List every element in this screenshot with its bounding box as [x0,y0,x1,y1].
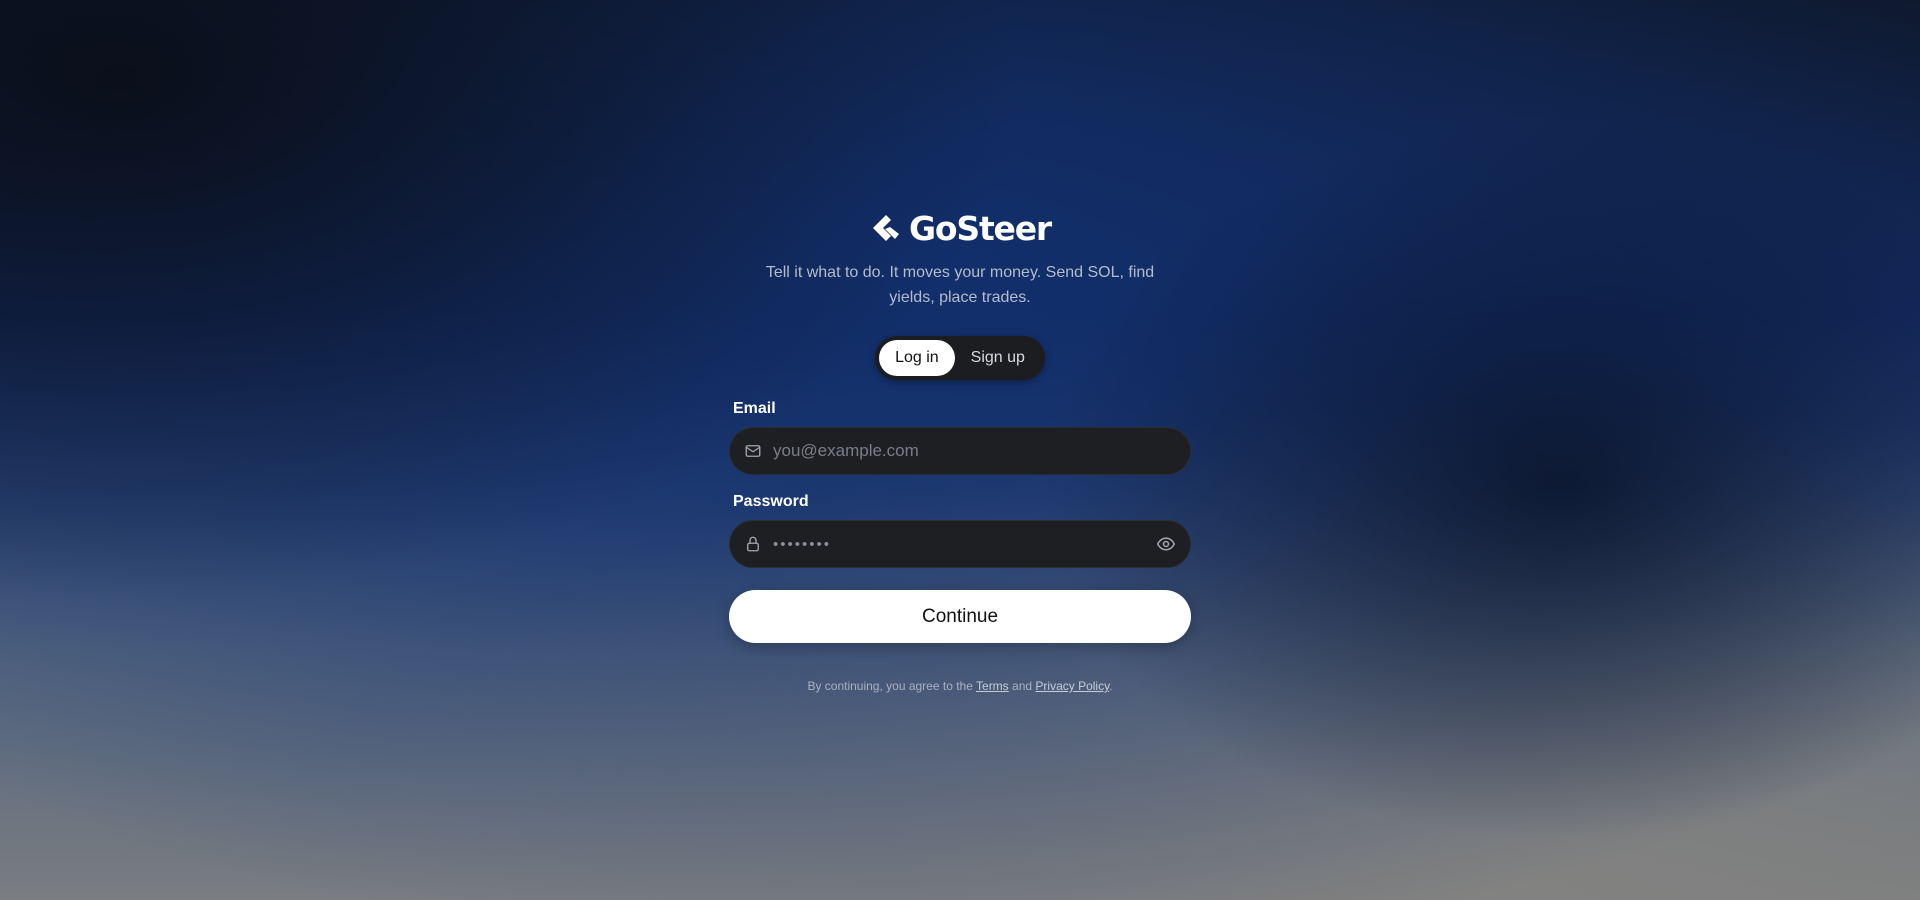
legal-prefix: By continuing, you agree to the [807,679,973,693]
tagline: Tell it what to do. It moves your money.… [765,264,1155,306]
email-field [729,427,1191,475]
mail-icon [745,445,761,457]
gosteer-logo-icon [873,215,900,241]
lock-icon [747,536,759,552]
auth-mode-toggle: Log in Sign up [875,336,1045,380]
privacy-policy-link[interactable]: Privacy Policy [1035,679,1109,693]
eye-icon[interactable] [1156,534,1176,554]
legal-suffix: . [1109,679,1113,693]
email-label: Email [733,400,776,417]
legal-notice: By continuing, you agree to the Terms an… [807,679,1112,693]
password-input[interactable]: •••••••• [762,536,1156,553]
brand-name: GoSteer [909,208,1052,248]
brand-logo: GoSteer [869,206,1052,250]
login-form: Email Password •••••••• [729,400,1191,643]
legal-conjunction: and [1012,679,1033,693]
auth-panel: GoSteer Tell it what to do. It moves you… [729,206,1191,693]
signup-tab[interactable]: Sign up [955,340,1041,376]
terms-link[interactable]: Terms [976,679,1009,693]
password-label: Password [733,493,809,510]
login-tab[interactable]: Log in [879,340,955,376]
continue-button[interactable]: Continue [729,590,1191,643]
login-page: GoSteer Tell it what to do. It moves you… [0,0,1920,900]
password-field[interactable]: •••••••• [729,520,1191,568]
email-input[interactable] [762,428,1190,474]
